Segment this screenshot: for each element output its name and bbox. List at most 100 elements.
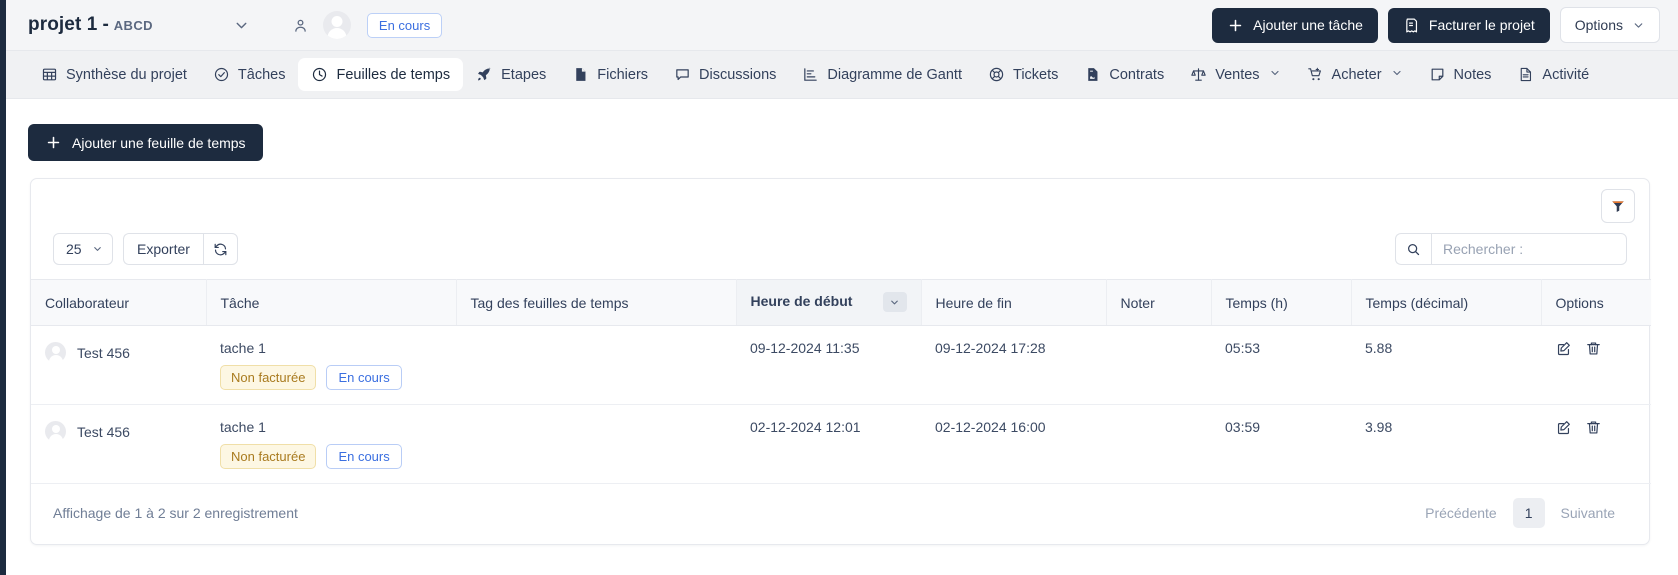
tab-contrats[interactable]: Contrats bbox=[1071, 58, 1177, 91]
pagination-next[interactable]: Suivante bbox=[1549, 498, 1627, 528]
record-count-info: Affichage de 1 à 2 sur 2 enregistrement bbox=[53, 505, 298, 521]
billing-badge: Non facturée bbox=[220, 444, 317, 469]
tab-label: Diagramme de Gantt bbox=[827, 66, 962, 83]
cell-noter bbox=[1106, 325, 1211, 405]
tab-activite[interactable]: Activité bbox=[1504, 58, 1602, 91]
invoice-icon bbox=[1406, 18, 1417, 32]
rocket-icon bbox=[478, 67, 491, 81]
column-header-options: Options bbox=[1541, 279, 1651, 326]
app-page: projet 1 - ABCD En cours Ajouter une tâc… bbox=[0, 0, 1678, 575]
cell-tache: tache 1 Non facturée En cours bbox=[206, 404, 456, 484]
contract-icon bbox=[1088, 68, 1098, 81]
pagination-page-1[interactable]: 1 bbox=[1512, 498, 1545, 528]
column-header-noter[interactable]: Noter bbox=[1106, 279, 1212, 326]
tab-feuilles-de-temps[interactable]: Feuilles de temps bbox=[298, 58, 464, 91]
column-header-tag-feuilles-de-temps[interactable]: Tag des feuilles de temps bbox=[456, 279, 737, 326]
cell-noter bbox=[1106, 404, 1211, 484]
pagination: Précédente 1 Suivante bbox=[1413, 498, 1627, 528]
status-badge[interactable]: En cours bbox=[366, 12, 443, 38]
export-button[interactable]: Exporter bbox=[123, 233, 203, 265]
tab-tickets[interactable]: Tickets bbox=[975, 58, 1071, 91]
grid-icon bbox=[42, 68, 57, 81]
tab-acheter[interactable]: Acheter bbox=[1294, 58, 1416, 91]
table-row[interactable]: Test 456 tache 1 Non facturée En cours 0… bbox=[31, 325, 1651, 405]
tab-label: Feuilles de temps bbox=[336, 66, 451, 83]
tab-label: Synthèse du projet bbox=[66, 66, 187, 83]
table-header: Collaborateur Tâche Tag des feuilles de … bbox=[31, 279, 1651, 326]
filter-button[interactable] bbox=[1601, 189, 1635, 223]
tab-discussions[interactable]: Discussions bbox=[661, 58, 789, 91]
invoice-project-button[interactable]: Facturer le projet bbox=[1387, 7, 1550, 43]
cell-heure-de-fin: 09-12-2024 17:28 bbox=[921, 325, 1106, 405]
status-badge: En cours bbox=[326, 365, 402, 390]
trash-icon bbox=[1587, 421, 1600, 434]
column-header-temps-decimal[interactable]: Temps (décimal) bbox=[1351, 279, 1542, 326]
tab-label: Fichiers bbox=[597, 66, 649, 83]
activity-file-icon bbox=[1521, 67, 1532, 82]
tab-label: Contrats bbox=[1109, 66, 1165, 83]
tab-taches[interactable]: Tâches bbox=[200, 58, 299, 91]
search-input[interactable] bbox=[1431, 233, 1627, 265]
toolbar-left-group: 25 Exporter bbox=[53, 233, 238, 265]
user-icon[interactable] bbox=[292, 17, 309, 34]
column-header-heure-de-debut[interactable]: Heure de début bbox=[736, 279, 922, 326]
edit-button[interactable] bbox=[1555, 419, 1572, 436]
collaborator-name: Test 456 bbox=[77, 344, 130, 361]
cell-tache: tache 1 Non facturée En cours bbox=[206, 325, 456, 405]
tab-label: Activité bbox=[1542, 66, 1590, 83]
tab-synthese-du-projet[interactable]: Synthèse du projet bbox=[28, 58, 200, 91]
column-header-tache[interactable]: Tâche bbox=[206, 279, 457, 326]
tab-label: Tâches bbox=[237, 66, 286, 83]
chat-icon bbox=[676, 69, 689, 81]
lifebuoy-icon bbox=[989, 67, 1004, 82]
plus-icon bbox=[1229, 19, 1242, 31]
tab-diagramme-de-gantt[interactable]: Diagramme de Gantt bbox=[789, 58, 975, 91]
tab-label: Tickets bbox=[1013, 66, 1059, 83]
cell-temps-decimal: 5.88 bbox=[1351, 325, 1541, 405]
options-label: Options bbox=[1574, 17, 1623, 33]
project-switcher-chevron-down-icon[interactable] bbox=[233, 17, 250, 34]
delete-button[interactable] bbox=[1585, 419, 1602, 436]
cell-tag-feuilles-de-temps bbox=[456, 325, 736, 405]
project-header: projet 1 - ABCD En cours Ajouter une tâc… bbox=[6, 0, 1678, 51]
chevron-down-icon bbox=[1391, 67, 1403, 82]
tab-label: Acheter bbox=[1331, 66, 1382, 83]
export-group: Exporter bbox=[123, 233, 238, 265]
status-badge: En cours bbox=[326, 444, 402, 469]
note-icon bbox=[1431, 68, 1443, 81]
task-name[interactable]: tache 1 bbox=[220, 340, 442, 356]
options-button[interactable]: Options bbox=[1559, 7, 1660, 43]
tab-ventes[interactable]: Ventes bbox=[1177, 58, 1293, 91]
tab-fichiers[interactable]: Fichiers bbox=[559, 58, 661, 91]
table-row[interactable]: Test 456 tache 1 Non facturée En cours 0… bbox=[31, 404, 1651, 484]
cell-options bbox=[1541, 325, 1651, 405]
pagination-previous[interactable]: Précédente bbox=[1413, 498, 1509, 528]
page-length-select[interactable]: 25 bbox=[53, 233, 113, 265]
table-footer: Affichage de 1 à 2 sur 2 enregistrement … bbox=[31, 482, 1649, 544]
project-code: ABCD bbox=[113, 17, 153, 33]
add-task-button[interactable]: Ajouter une tâche bbox=[1212, 7, 1378, 43]
column-header-temps-h[interactable]: Temps (h) bbox=[1211, 279, 1352, 326]
cell-tag-feuilles-de-temps bbox=[456, 404, 736, 484]
refresh-button[interactable] bbox=[202, 233, 238, 265]
column-header-heure-de-fin[interactable]: Heure de fin bbox=[921, 279, 1107, 326]
clock-icon bbox=[313, 67, 327, 82]
tab-notes[interactable]: Notes bbox=[1416, 58, 1505, 91]
plus-icon bbox=[47, 136, 60, 149]
cart-icon bbox=[1307, 67, 1321, 81]
tab-etapes[interactable]: Etapes bbox=[463, 58, 559, 91]
task-tags: Non facturée En cours bbox=[220, 365, 442, 390]
avatar[interactable] bbox=[322, 11, 351, 39]
cell-heure-de-fin: 02-12-2024 16:00 bbox=[921, 404, 1106, 484]
cell-temps-h: 03:59 bbox=[1211, 404, 1351, 484]
cell-temps-decimal: 3.98 bbox=[1351, 404, 1541, 484]
add-timesheet-container: Ajouter une feuille de temps bbox=[28, 124, 263, 161]
sort-chevron-down-icon[interactable] bbox=[882, 292, 907, 312]
add-timesheet-button[interactable]: Ajouter une feuille de temps bbox=[28, 124, 263, 161]
delete-button[interactable] bbox=[1585, 340, 1602, 357]
task-name[interactable]: tache 1 bbox=[220, 419, 442, 435]
column-header-collaborateur[interactable]: Collaborateur bbox=[31, 279, 207, 326]
scales-icon bbox=[1191, 68, 1206, 81]
billing-badge: Non facturée bbox=[220, 365, 317, 390]
edit-button[interactable] bbox=[1555, 340, 1572, 357]
